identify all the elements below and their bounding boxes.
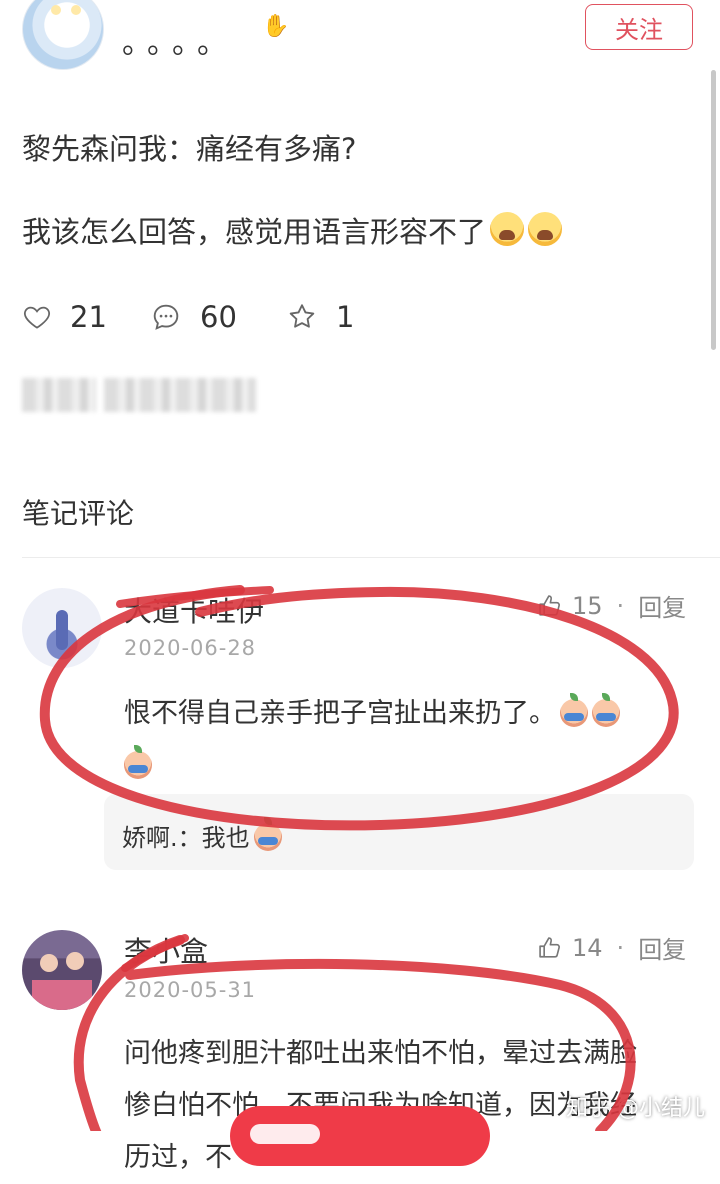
commenter-name[interactable]: 大道卡哇伊 [124, 590, 264, 630]
comment-actions: 14 · 回复 [536, 930, 686, 965]
commenter-avatar[interactable] [22, 930, 102, 1010]
comment-text-content: 恨不得自己亲手把子宫扯出来扔了。 [124, 698, 556, 729]
heart-icon [24, 306, 50, 329]
reply-button[interactable]: 回复 [638, 588, 686, 623]
comment-count: 60 [200, 300, 237, 334]
separator-dot: · [616, 591, 625, 620]
comment-icon [153, 304, 179, 330]
comments-section-title: 笔记评论 [22, 497, 135, 530]
reply-button[interactable]: 回复 [638, 930, 686, 965]
star-stat[interactable]: 1 [286, 300, 354, 334]
star-icon [289, 304, 315, 328]
hand-icon: ✋ [262, 14, 290, 39]
comment-like-count: 15 [572, 591, 603, 620]
reply-preview-text-wrap: 娇啊.：我也 [122, 817, 282, 853]
reply-preview[interactable]: 娇啊.：我也 [104, 794, 694, 870]
blurred-info [22, 378, 96, 412]
star-count: 1 [336, 300, 355, 334]
thumbs-up-icon[interactable] [536, 592, 564, 620]
avatar-figure [56, 610, 68, 650]
separator-dot: · [616, 933, 625, 962]
crying-emoji-icon [560, 693, 588, 727]
comment-stat[interactable]: 60 [150, 300, 237, 334]
follow-button[interactable]: 关注 [585, 4, 693, 50]
avatar-body [32, 980, 92, 1010]
author-name[interactable]: 。。。。 [122, 18, 237, 62]
crying-emoji-icon [124, 745, 152, 779]
comment-date: 2020-05-31 [124, 978, 257, 1002]
like-count: 21 [70, 300, 107, 334]
comment-actions: 15 · 回复 [536, 588, 686, 623]
post-text-line-1: 黎先森问我：痛经有多痛? [22, 132, 357, 166]
avatar-face [40, 954, 58, 972]
reply-preview-text: 娇啊.：我也 [122, 824, 250, 852]
comment-like-count: 14 [572, 933, 603, 962]
blurred-info [104, 378, 256, 412]
like-stat[interactable]: 21 [22, 300, 107, 334]
divider [22, 557, 720, 558]
commenter-avatar[interactable] [22, 588, 102, 668]
post-text-line-2-text: 我该怎么回答，感觉用语言形容不了 [22, 215, 487, 249]
floating-button-highlight [250, 1124, 320, 1144]
comment-text: 恨不得自己亲手把子宫扯出来扔了。 [124, 688, 684, 792]
watermark-text: 知乎 @小结儿 [566, 1096, 705, 1121]
commenter-name[interactable]: 李小盒 [124, 930, 208, 970]
avatar-ear-right [71, 5, 81, 15]
crying-emoji-icon [253, 817, 282, 851]
post-text-line-2: 我该怎么回答，感觉用语言形容不了 [22, 212, 563, 250]
crying-emoji-icon [592, 693, 620, 727]
scrollbar[interactable] [711, 70, 716, 350]
crying-emoji-icon [528, 212, 563, 246]
crying-emoji-icon [490, 212, 525, 246]
comment-date: 2020-06-28 [124, 636, 257, 660]
comment-text-line: 问他疼到胆汁都吐出来怕不怕，晕过去满脸 [124, 1038, 637, 1069]
avatar-face [66, 952, 84, 970]
avatar-ear-left [51, 5, 61, 15]
author-avatar[interactable] [22, 0, 104, 70]
thumbs-up-icon[interactable] [536, 934, 564, 962]
